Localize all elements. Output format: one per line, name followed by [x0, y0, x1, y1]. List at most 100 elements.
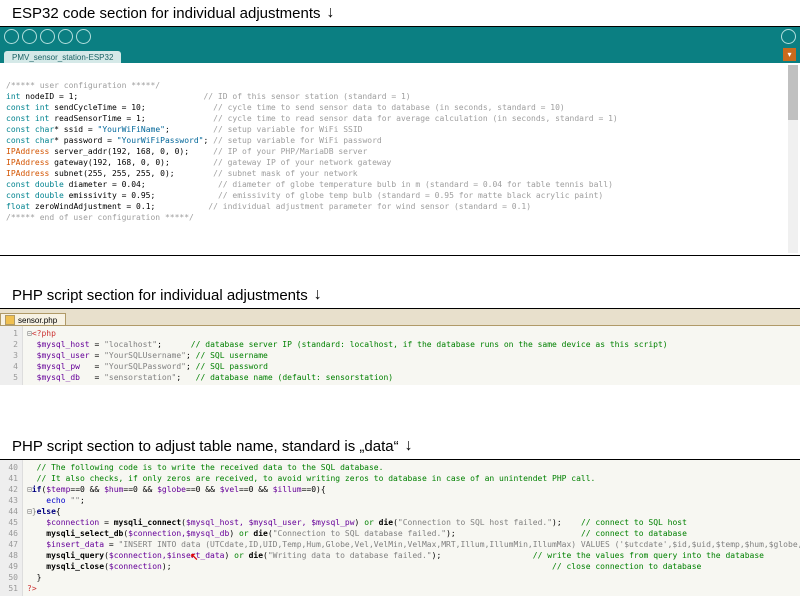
p: ) — [224, 551, 234, 560]
php-tabbar: sensor.php — [0, 309, 800, 326]
args: $mysql_host, $mysql_user, $mysql_pw — [186, 518, 355, 527]
cmt: // IP of your PHP/MariaDB server — [213, 147, 367, 156]
str: "Connection to SQL database failed." — [273, 529, 446, 538]
code: readSensorTime = 1; — [49, 114, 145, 123]
op: = — [90, 340, 104, 349]
cmt: // cycle time to send sensor data to dat… — [213, 103, 565, 112]
php-tab[interactable]: sensor.php — [0, 313, 66, 325]
ide-section: PMV_sensor_station-ESP32 /***** user con… — [0, 27, 800, 256]
op: = — [90, 351, 104, 360]
p: ) — [229, 529, 239, 538]
t: ; — [176, 373, 181, 382]
code-comment: /***** end of user configuration *****/ — [6, 213, 194, 222]
code: * password = — [54, 136, 117, 145]
kw: else — [37, 507, 56, 516]
gutter: 40 41 42 43 44 45 46 47 48 49 50 51 — [0, 460, 23, 596]
v: $illum — [273, 485, 302, 494]
verify-icon[interactable] — [4, 29, 19, 44]
v: $insert_data — [46, 540, 104, 549]
kw: echo — [46, 496, 65, 505]
cmt: // close connection to database — [552, 562, 701, 571]
str: "YourSQLPassword" — [104, 362, 186, 371]
php-code-1[interactable]: 1 2 3 4 5 ⊟<?php $mysql_host = "localhos… — [0, 326, 800, 385]
str: "INSERT INTO data (UTCdate,ID,UID,Temp,H… — [119, 540, 800, 549]
kw: const int — [6, 114, 49, 123]
code: sendCycleTime = 10; — [49, 103, 145, 112]
op: = — [80, 373, 104, 382]
args: $connection,$mysql_db — [128, 529, 229, 538]
serial-monitor-icon[interactable] — [781, 29, 796, 44]
cmt: // The following code is to write the re… — [37, 463, 384, 472]
p: ); — [446, 529, 456, 538]
kw: or — [234, 551, 244, 560]
code: nodeID = 1; — [20, 92, 78, 101]
code: subnet(255, 255, 255, 0); — [49, 169, 174, 178]
cmt: // gateway IP of your network gateway — [213, 158, 391, 167]
ide-tab[interactable]: PMV_sensor_station-ESP32 — [4, 51, 121, 63]
kw: const double — [6, 180, 64, 189]
section1-title-text: ESP32 code section for individual adjust… — [12, 5, 321, 22]
new-icon[interactable] — [40, 29, 55, 44]
code: * ssid = — [54, 125, 97, 134]
arrow-down-icon: ↓ — [327, 4, 335, 22]
t: ; — [157, 340, 162, 349]
gutter: 1 2 3 4 5 — [0, 326, 23, 385]
op: ==0 && — [239, 485, 273, 494]
kw: or — [364, 518, 374, 527]
sp — [27, 540, 46, 549]
str: "sensorstation" — [104, 373, 176, 382]
var: $mysql_user — [37, 351, 90, 360]
open-icon[interactable] — [58, 29, 73, 44]
code: zeroWindAdjustment = 0.1; — [30, 202, 155, 211]
cmt: // individual adjustment parameter for w… — [208, 202, 531, 211]
ide-code[interactable]: /***** user configuration *****/ int nod… — [0, 63, 800, 255]
scroll-thumb[interactable] — [788, 65, 798, 120]
sp — [27, 518, 46, 527]
code: ; — [165, 125, 170, 134]
red-arrow-icon: ↖ — [190, 552, 198, 563]
t: ; — [186, 362, 191, 371]
scrollbar[interactable] — [788, 65, 798, 253]
kw: const char — [6, 125, 54, 134]
code: diameter = 0.04; — [64, 180, 146, 189]
fold-icon[interactable]: ⊟} — [27, 507, 37, 516]
cmt: // diameter of globe temperature bulb in… — [218, 180, 613, 189]
php-body: // The following code is to write the re… — [23, 460, 800, 596]
php-tab-label: sensor.php — [18, 316, 57, 325]
cmt: // It also checks, if only zeros are rec… — [37, 474, 596, 483]
fn: die — [244, 551, 263, 560]
sp — [27, 496, 46, 505]
cmt: // setup variable for WiFi password — [213, 136, 382, 145]
p: ); — [162, 562, 172, 571]
php-close: ?> — [27, 584, 37, 593]
arrow-down-icon: ↓ — [405, 437, 413, 455]
t: ; — [80, 496, 85, 505]
php-code-2[interactable]: 40 41 42 43 44 45 46 47 48 49 50 51 // T… — [0, 460, 800, 596]
v: $temp — [46, 485, 70, 494]
op: = — [99, 518, 113, 527]
kw: float — [6, 202, 30, 211]
tab-menu-icon[interactable] — [783, 48, 796, 61]
ide-toolbar — [0, 27, 800, 45]
fn: mysqli_select_db — [46, 529, 123, 538]
section3-title-text: PHP script section to adjust table name,… — [12, 438, 399, 455]
upload-icon[interactable] — [22, 29, 37, 44]
var: $mysql_db — [37, 373, 80, 382]
section1-title: ESP32 code section for individual adjust… — [0, 0, 800, 27]
str: "localhost" — [104, 340, 157, 349]
code: emissivity = 0.95; — [64, 191, 156, 200]
kw: int — [6, 92, 20, 101]
cmt: // cycle time to read sensor data for av… — [213, 114, 618, 123]
save-icon[interactable] — [76, 29, 91, 44]
section3-title: PHP script section to adjust table name,… — [0, 433, 800, 460]
op: ==0 && — [186, 485, 220, 494]
cmt: // emissivity of globe temp bulb (standa… — [218, 191, 603, 200]
cmt: // setup variable for WiFi SSID — [213, 125, 362, 134]
cmt: // subnet mask of your network — [213, 169, 358, 178]
fn: mysqli_connect — [114, 518, 181, 527]
kw: const char — [6, 136, 54, 145]
brace: } — [37, 573, 42, 582]
p: ) — [355, 518, 365, 527]
fn: mysqli_close — [46, 562, 104, 571]
fn: die — [249, 529, 268, 538]
